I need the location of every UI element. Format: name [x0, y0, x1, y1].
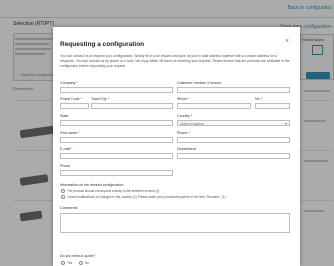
radio-modifications[interactable]	[61, 195, 65, 199]
radio-quote-no-label[interactable]: No	[85, 261, 89, 265]
quote-question-label: Do you need a quote?	[60, 254, 96, 258]
radio-quote-yes-label[interactable]: Yes	[67, 261, 72, 265]
chevron-down-icon: ▾	[284, 121, 287, 126]
town-city-field[interactable]	[91, 103, 173, 109]
request-configuration-dialog: Requesting a configuration × You can con…	[53, 27, 300, 266]
secondary-phone-field[interactable]	[60, 170, 173, 176]
town-city-label: Town/City *	[91, 97, 109, 101]
street-label: Street *	[177, 97, 189, 101]
phone-field[interactable]	[177, 137, 290, 143]
close-icon[interactable]: ×	[285, 38, 289, 45]
secondary-phone-label: Phone	[60, 164, 71, 168]
radio-quote-no[interactable]	[79, 261, 83, 265]
radio-exact-version[interactable]	[61, 189, 65, 193]
company-label: Company *	[60, 81, 78, 85]
comments-label: Comments	[60, 206, 78, 210]
dialog-intro-text: You can contact us to request your confi…	[60, 54, 290, 68]
customer-number-field[interactable]	[177, 87, 290, 93]
dialog-title: Requesting a configuration	[60, 41, 145, 48]
company-field[interactable]	[60, 87, 173, 93]
first-name-label: First name *	[60, 131, 80, 135]
comments-textarea[interactable]	[60, 213, 290, 233]
email-field[interactable]	[60, 153, 173, 159]
house-number-field[interactable]	[255, 103, 290, 109]
radio-exact-version-label[interactable]: The product should correspond exactly to…	[67, 189, 160, 193]
country-label: Country *	[177, 114, 192, 118]
street-field[interactable]	[177, 103, 251, 109]
email-label: E-mail *	[60, 147, 73, 151]
postal-code-field[interactable]	[60, 103, 89, 109]
country-select[interactable]: United Kingdom ▾	[177, 120, 290, 126]
country-selected-value: United Kingdom	[180, 121, 205, 126]
house-number-label: No *	[255, 97, 262, 101]
first-name-field[interactable]	[60, 137, 173, 143]
radio-modifications-label[interactable]: I want modifications of changes to the s…	[67, 195, 226, 199]
state-field[interactable]	[60, 120, 173, 126]
radio-quote-yes[interactable]	[61, 261, 65, 265]
configuration-info-heading: Information on the desired configuration…	[60, 183, 125, 187]
postal-code-label: Postal Code *	[60, 97, 82, 101]
department-field[interactable]	[177, 153, 290, 159]
department-label: Department	[177, 147, 196, 151]
phone-label: Phone *	[177, 131, 190, 135]
customer-number-label: Customer number, if known:	[177, 81, 222, 85]
state-label: State	[60, 114, 69, 118]
